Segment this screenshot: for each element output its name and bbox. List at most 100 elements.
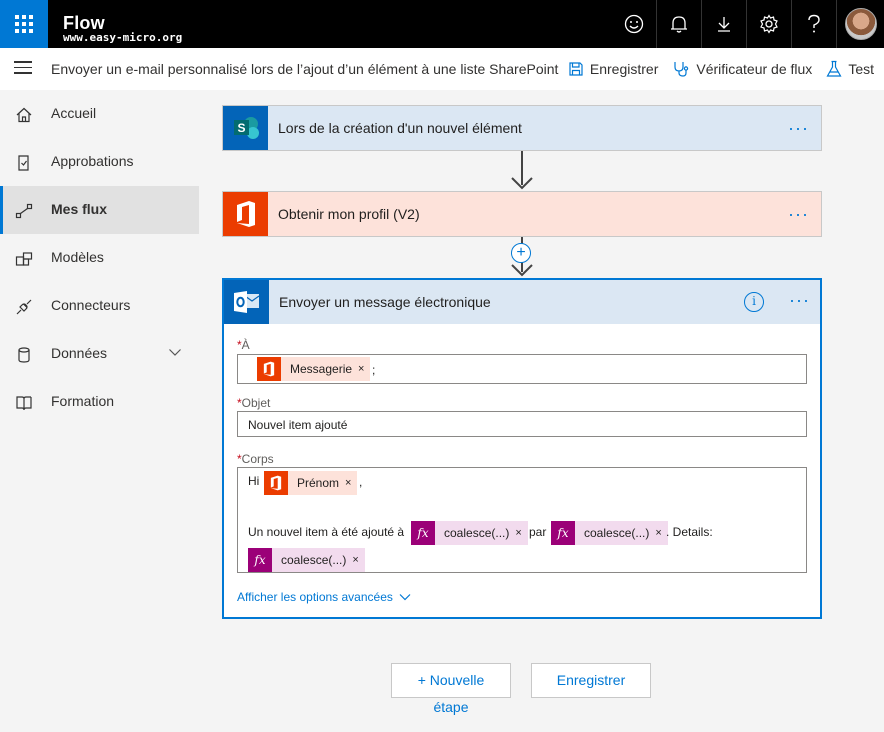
token-messagerie[interactable]: Messagerie × xyxy=(257,357,371,381)
flows-icon xyxy=(15,203,33,219)
home-icon xyxy=(16,107,32,123)
subject-field[interactable]: Nouvel item ajouté xyxy=(237,411,807,437)
sidebar-item-accueil[interactable]: Accueil xyxy=(0,90,199,138)
avatar xyxy=(844,8,877,40)
step-card-trigger[interactable]: S Lors de la création d'un nouvel élémen… xyxy=(222,105,822,151)
command-bar: Envoyer un e-mail personnalisé lors de l… xyxy=(0,48,884,90)
sidebar-item-donnees[interactable]: Données xyxy=(0,330,199,378)
fx-icon: fx xyxy=(411,521,435,545)
step-card-header[interactable]: Envoyer un message électronique i ··· xyxy=(224,280,820,324)
waffle-icon[interactable] xyxy=(0,0,48,48)
subject-label: *Objet xyxy=(237,396,270,410)
to-label-text: À xyxy=(241,338,250,352)
sidebar-item-label: Mes flux xyxy=(51,201,108,217)
remove-token-icon[interactable]: × xyxy=(352,554,364,566)
sidebar-item-mes-flux[interactable]: Mes flux xyxy=(0,186,199,234)
approvals-icon xyxy=(18,155,29,171)
to-field[interactable]: Messagerie × ; xyxy=(237,354,807,384)
sidebar-item-formation[interactable]: Formation xyxy=(0,378,199,426)
remove-token-icon[interactable]: × xyxy=(358,363,370,375)
token-prenom[interactable]: Prénom × xyxy=(264,471,358,495)
step-card-get-profile[interactable]: Obtenir mon profil (V2) ··· xyxy=(222,191,822,237)
more-options-icon[interactable]: ··· xyxy=(789,290,810,311)
flow-checker-label: Vérificateur de flux xyxy=(696,61,813,77)
subject-value: Nouvel item ajouté xyxy=(248,418,348,432)
save-label: Enregistrer xyxy=(589,61,659,77)
new-step-button[interactable]: + Nouvelle xyxy=(391,663,511,698)
app-subtitle: www.easy-micro.org xyxy=(63,31,183,44)
remove-token-icon[interactable]: × xyxy=(515,527,527,539)
token-coalesce[interactable]: fx coalesce(...) × xyxy=(248,548,365,572)
body-label-text: Corps xyxy=(241,452,274,466)
save-flow-button[interactable]: Enregistrer xyxy=(531,663,651,698)
token-label: coalesce(...) xyxy=(281,553,347,567)
remove-token-icon[interactable]: × xyxy=(345,477,357,489)
step-title: Obtenir mon profil (V2) xyxy=(278,206,420,222)
help-icon[interactable] xyxy=(791,0,836,48)
flow-title: Envoyer un e-mail personnalisé lors de l… xyxy=(51,61,559,77)
download-icon[interactable] xyxy=(701,0,746,48)
new-step-label: + Nouvelle xyxy=(417,672,485,688)
chevron-down-icon[interactable] xyxy=(168,347,182,357)
fx-icon: fx xyxy=(551,521,575,545)
sidebar-item-modeles[interactable]: Modèles xyxy=(0,234,199,282)
connectors-icon xyxy=(16,299,32,315)
floppy-disk-icon xyxy=(569,62,583,76)
arrow-down-icon xyxy=(511,177,533,190)
test-button[interactable]: Test xyxy=(826,60,874,78)
avatar-button[interactable] xyxy=(836,0,884,48)
token-label: Prénom xyxy=(297,476,340,490)
body-par: par xyxy=(529,525,547,539)
sidebar-item-label: Modèles xyxy=(51,249,104,265)
show-advanced-options-link[interactable]: Afficher les options avancées xyxy=(237,590,411,604)
body-details: . Details: xyxy=(666,525,713,539)
office365-icon xyxy=(223,192,268,236)
insert-step-plus-icon[interactable]: + xyxy=(511,243,531,263)
stethoscope-icon xyxy=(674,62,689,77)
token-coalesce[interactable]: fx coalesce(...) × xyxy=(411,521,528,545)
more-options-icon[interactable]: ··· xyxy=(788,118,809,139)
book-icon xyxy=(16,396,32,411)
bell-icon[interactable] xyxy=(656,0,701,48)
hamburger-menu-icon[interactable] xyxy=(14,61,32,77)
body-hi: Hi xyxy=(248,474,260,488)
sidebar-item-label: Approbations xyxy=(51,153,134,169)
more-options-icon[interactable]: ··· xyxy=(788,204,809,225)
step-title: Envoyer un message électronique xyxy=(279,294,491,310)
templates-icon xyxy=(15,252,33,266)
sidebar-item-connecteurs[interactable]: Connecteurs xyxy=(0,282,199,330)
new-step-label-line2[interactable]: étape xyxy=(391,698,511,716)
token-coalesce[interactable]: fx coalesce(...) × xyxy=(551,521,668,545)
arrow-down-icon xyxy=(511,264,533,277)
step-title: Lors de la création d'un nouvel élément xyxy=(278,120,522,136)
flow-checker-button[interactable]: Vérificateur de flux xyxy=(672,60,812,78)
token-label: coalesce(...) xyxy=(444,526,510,540)
office365-icon xyxy=(257,357,281,381)
token-label: Messagerie xyxy=(290,362,353,376)
advanced-link-label: Afficher les options avancées xyxy=(237,590,393,604)
save-button[interactable]: Enregistrer xyxy=(568,61,658,77)
sidebar-item-label: Données xyxy=(51,345,108,361)
sharepoint-icon: S xyxy=(223,106,268,150)
body-line2-prefix: Un nouvel item à été ajouté à xyxy=(248,525,405,539)
token-label: coalesce(...) xyxy=(584,526,650,540)
sidebar-item-approbations[interactable]: Approbations xyxy=(0,138,199,186)
smiley-icon[interactable] xyxy=(611,0,656,48)
body-label: *Corps xyxy=(237,452,274,466)
fx-icon: fx xyxy=(248,548,272,572)
to-label: *À xyxy=(237,338,250,352)
gear-icon[interactable] xyxy=(746,0,791,48)
chevron-down-icon xyxy=(399,594,411,601)
sidebar-item-label: Formation xyxy=(51,393,115,409)
step-card-send-email[interactable]: Envoyer un message électronique i ··· *À… xyxy=(222,278,822,619)
body-field[interactable]: Hi Prénom × , Un nouvel item à été ajout… xyxy=(237,467,807,573)
svg-text:S: S xyxy=(237,121,245,135)
sidebar: Accueil Approbations Mes flux Modèles Co… xyxy=(0,90,199,732)
office365-icon xyxy=(264,471,288,495)
to-separator: ; xyxy=(372,363,376,377)
outlook-icon xyxy=(224,280,269,324)
body-comma: , xyxy=(359,475,363,489)
info-icon[interactable]: i xyxy=(744,292,764,312)
subject-label-text: Objet xyxy=(241,396,271,410)
database-icon xyxy=(18,347,30,363)
